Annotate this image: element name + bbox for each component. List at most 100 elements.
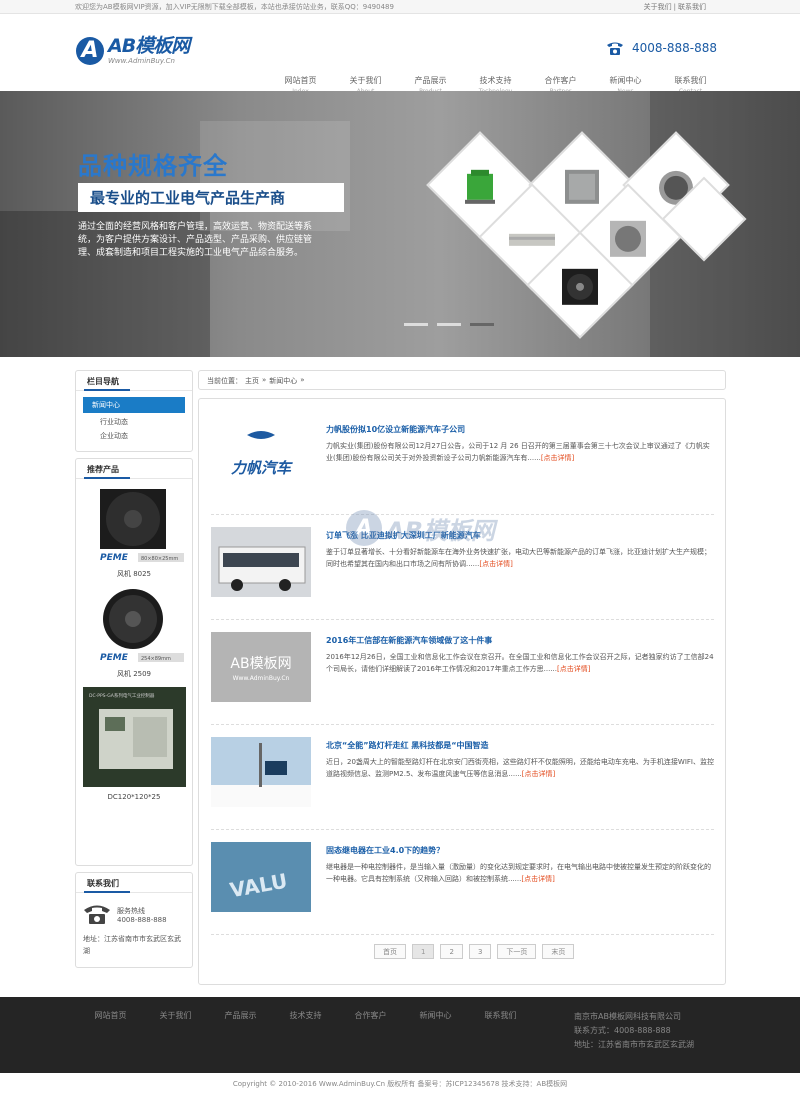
logo-badge: A [76,36,104,65]
footer-contact: 联系方式：4008-888-888 [574,1026,671,1035]
news-desc-text: 继电器是一种电控制器件，是当输入量（激励量）的变化达到规定要求时，在电气输出电路… [326,863,711,883]
product-image-controller[interactable]: DC-PPS-GA系列电气工业控制器 [82,687,186,787]
banner-subtitle: 最专业的工业电气产品生产商 [78,183,344,212]
watermark-text: AB模板网 [386,516,495,545]
news-title[interactable]: 2016年工信部在新能源汽车领域做了这十件事 [326,635,492,646]
contact-address: 地址：江苏省南市市玄武区玄武湖 [83,935,181,955]
top-link-contact[interactable]: 联系我们 [678,2,706,12]
banner-description: 通过全面的经营风格和客户管理，高效运营、物资配送等系统，为客户提供方案设计、产品… [78,222,313,258]
telephone-icon [83,903,111,927]
product-item[interactable]: PEME 80×80×25mm 风机 8025 [76,479,192,579]
product-image-fan[interactable]: PEME 254×89mm [83,587,186,663]
news-divider [211,619,714,620]
footer-company-info: 南京市AB模板网科技有限公司 联系方式：4008-888-888 地址：江苏省南… [574,1010,694,1052]
page-2[interactable]: 2 [440,944,463,959]
product-item[interactable]: DC-PPS-GA系列电气工业控制器 DC120*120*25 [76,679,192,801]
news-description: 近日，20盏周大上的智能型路灯杆在北京安门西街亮相，这些路灯杆不仅能照明，还能给… [326,756,714,780]
nav-label: 关于我们 [349,76,382,85]
banner-dot[interactable] [404,323,428,326]
news-title[interactable]: 固态继电器在工业4.0下的趋势？ [326,845,444,856]
footer-company: 南京市AB模板网科技有限公司 [574,1012,681,1021]
news-thumbnail[interactable] [211,737,311,807]
news-description: 力帆实业(集团)股份有限公司12月27日公告，公司于12 月 26 日召开的第三… [326,440,714,464]
page-3[interactable]: 3 [468,944,492,959]
hotline-number: 4008-888-888 [117,916,167,924]
top-notice: 欢迎您为AB模板网VIP资源，加入VIP无限制下载全部模板，本站也承接仿站业务，… [75,2,394,11]
footer-link-index[interactable]: 网站首页 [78,1010,143,1021]
breadcrumb-sep: » [262,376,267,384]
footer-link-about[interactable]: 关于我们 [143,1010,208,1021]
news-thumbnail[interactable]: 力帆汽车 [211,421,311,491]
news-more-link[interactable]: [点击详情] [541,454,574,462]
phone-number: 4008-888-888 [632,41,718,55]
news-divider [211,724,714,725]
product-name[interactable]: DC120*120*25 [108,793,161,801]
news-desc-text: 鉴于订单显著增长、十分看好新能源车在海外业务快速扩张，电动大巴等新能源产品的订单… [326,548,711,568]
news-thumbnail[interactable]: AB模板网 Www.AdminBuy.Cn [211,632,311,702]
hotline-label: 服务热线 [117,907,145,915]
footer-address: 地址：江苏省南市市玄武区玄武湖 [574,1040,694,1049]
product-label: DC-PPS-GA系列电气工业控制器 [89,692,155,699]
news-more-link[interactable]: [点击详情] [521,875,554,883]
logo[interactable]: A AB模板网 Www.AdminBuy.Cn [76,36,190,65]
page-last[interactable]: 末页 [542,944,575,959]
nav-label: 产品展示 [414,76,447,85]
news-divider [211,934,714,935]
nav-label: 技术支持 [479,76,512,85]
footer: 网站首页 关于我们 产品展示 技术支持 合作客户 新闻中心 联系我们 南京市AB… [0,997,800,1073]
hero-banner[interactable]: 品种规格齐全 最专业的工业电气产品生产商 通过全面的经营风格和客户管理，高效运营… [0,91,800,357]
news-item: 力帆汽车 力帆股份拟10亿设立新能源汽车子公司 力帆实业(集团)股份有限公司12… [211,421,714,493]
footer-link-contact[interactable]: 联系我们 [468,1010,533,1021]
breadcrumb-home[interactable]: 主页 [245,376,259,385]
sidebar-category-box: 栏目导航 新闻中心 行业动态 企业动态 [75,370,193,452]
sidebar-contact-title: 联系我们 [76,873,192,893]
top-link-about[interactable]: 关于我们 [644,2,672,12]
news-more-link[interactable]: [点击详情] [557,665,590,673]
product-name[interactable]: 风机 8025 [117,569,151,579]
footer-link-product[interactable]: 产品展示 [208,1010,273,1021]
news-thumb-sub: Www.AdminBuy.Cn [233,675,290,682]
banner-dot[interactable] [437,323,461,326]
footer-link-partner[interactable]: 合作客户 [338,1010,403,1021]
page-1[interactable]: 1 [412,944,435,959]
news-thumbnail[interactable]: VALU [211,842,311,912]
telephone-icon [606,41,624,55]
sidebar-item-news[interactable]: 新闻中心 [83,397,185,413]
news-description: 鉴于订单显著增长、十分看好新能源车在海外业务快速扩张，电动大巴等新能源产品的订单… [326,546,714,570]
breadcrumb-current[interactable]: 新闻中心 [269,376,297,385]
footer-link-technology[interactable]: 技术支持 [273,1010,338,1021]
news-desc-text: 2016年12月26日，全国工业和信息化工作会议在京召开。在全国工业和信息化工作… [326,653,714,673]
news-more-link[interactable]: [点击详情] [522,770,555,778]
watermark: A AB模板网 [346,510,495,546]
breadcrumb-label: 当前位置： [207,377,242,385]
sidebar-item-industry[interactable]: 行业动态 [76,413,192,427]
sidebar-contact-box: 联系我们 服务热线 4008-888-888 地址：江苏省南市市玄武区玄武湖 [75,872,193,968]
news-list: 力帆汽车 力帆股份拟10亿设立新能源汽车子公司 力帆实业(集团)股份有限公司12… [198,398,726,985]
news-desc-text: 近日，20盏周大上的智能型路灯杆在北京安门西街亮相，这些路灯杆不仅能照明，还能给… [326,758,714,778]
sidebar-products-box: 推荐产品 PEME 80×80×25mm 风机 8025 PEME 254×89… [75,458,193,866]
nav-label: 网站首页 [284,76,317,85]
news-title[interactable]: 北京“全能”路灯杆走红 黑科技都是“中国智造 [326,740,489,751]
news-more-link[interactable]: [点击详情] [479,560,512,568]
footer-link-news[interactable]: 新闻中心 [403,1010,468,1021]
news-thumbnail[interactable] [211,527,311,597]
product-spec: 254×89mm [141,656,171,662]
nav-label: 新闻中心 [609,76,642,85]
footer-nav: 网站首页 关于我们 产品展示 技术支持 合作客户 新闻中心 联系我们 [78,1010,533,1021]
page-next[interactable]: 下一页 [497,944,537,959]
product-name[interactable]: 风机 2509 [117,669,151,679]
sidebar-products-title: 推荐产品 [76,459,192,479]
top-links: 关于我们 | 联系我们 [644,2,706,12]
news-thumb-text: AB模板网 [230,656,291,672]
product-item[interactable]: PEME 254×89mm 风机 2509 [76,579,192,679]
page-first[interactable]: 首页 [374,944,406,959]
sidebar-category-title: 栏目导航 [76,371,192,391]
news-title[interactable]: 力帆股份拟10亿设立新能源汽车子公司 [326,424,465,435]
product-brand: PEME [100,553,129,563]
header: A AB模板网 Www.AdminBuy.Cn 4008-888-888 网站首… [0,14,800,95]
banner-pagination [404,323,494,326]
product-image-fan[interactable]: PEME 80×80×25mm [83,487,186,563]
sidebar-item-company[interactable]: 企业动态 [76,427,192,441]
banner-dot[interactable] [470,323,494,326]
news-thumb-text: 力帆汽车 [231,459,293,477]
